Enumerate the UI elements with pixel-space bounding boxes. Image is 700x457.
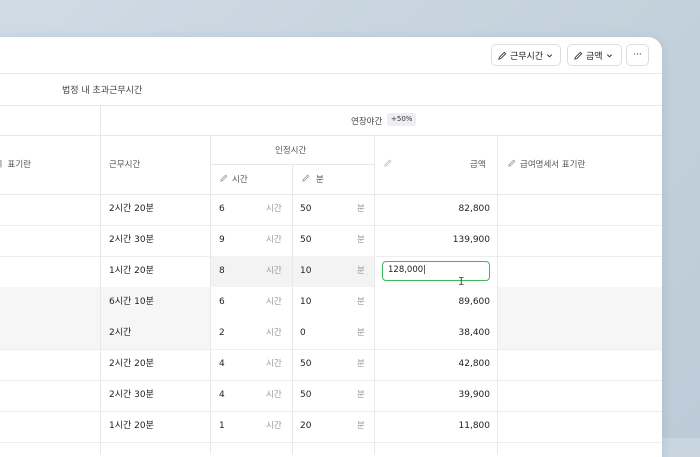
header-amount[interactable]: 금액 bbox=[470, 158, 486, 170]
hours-unit: 시간 bbox=[266, 421, 282, 431]
column-divider bbox=[292, 194, 293, 454]
amount-cell[interactable]: 39,900 bbox=[380, 380, 491, 411]
work-time-cell: 1시간 20분 bbox=[109, 421, 154, 431]
column-divider bbox=[100, 135, 101, 194]
column-divider bbox=[374, 135, 375, 194]
hours-unit: 시간 bbox=[266, 297, 282, 307]
hours-input[interactable]: 6 bbox=[219, 194, 225, 225]
hours-unit: 시간 bbox=[266, 328, 282, 338]
subheader-divider bbox=[210, 164, 374, 165]
work-time-cell: 1시간 20분 bbox=[109, 266, 154, 276]
minutes-input[interactable]: 10 bbox=[300, 256, 311, 287]
hours-unit: 시간 bbox=[266, 235, 282, 245]
header-minutes[interactable]: 분 bbox=[316, 173, 324, 185]
minutes-input[interactable]: 10 bbox=[300, 287, 311, 318]
column-divider bbox=[210, 194, 211, 454]
pencil-icon bbox=[302, 174, 310, 185]
pencil-icon bbox=[384, 159, 392, 170]
hours-unit: 시간 bbox=[266, 204, 282, 214]
pencil-icon bbox=[508, 159, 516, 170]
header-recognized-time: 인정시간 bbox=[275, 146, 307, 156]
hours-input[interactable]: 4 bbox=[219, 349, 225, 380]
extended-night-header-row: 연장야간 +50% bbox=[0, 105, 662, 136]
more-options-button[interactable]: ··· bbox=[626, 44, 649, 66]
work-time-cell: 2시간 20분 bbox=[109, 204, 154, 214]
text-cursor-icon: I bbox=[458, 275, 465, 288]
column-divider bbox=[374, 194, 375, 454]
minutes-unit: 분 bbox=[357, 266, 365, 276]
column-divider bbox=[292, 164, 293, 194]
minutes-input[interactable]: 0 bbox=[300, 318, 306, 349]
column-divider bbox=[100, 105, 101, 135]
column-divider bbox=[497, 194, 498, 454]
amount-cell[interactable]: 89,600 bbox=[380, 287, 491, 318]
header-payslip-note[interactable]: 급여명세서 표기란 bbox=[520, 158, 585, 170]
work-time-cell: 2시간 bbox=[109, 328, 132, 338]
hours-unit: 시간 bbox=[266, 359, 282, 369]
header-left-partial: ㅣ 표기란 bbox=[0, 160, 31, 170]
minutes-input[interactable]: 50 bbox=[300, 380, 311, 411]
section-title: 법정 내 초과근무시간 bbox=[62, 86, 143, 96]
amount-edit-value: 128,000 bbox=[388, 265, 424, 275]
minutes-unit: 분 bbox=[357, 235, 365, 245]
hours-input[interactable]: 1 bbox=[219, 411, 225, 442]
pencil-icon bbox=[220, 174, 228, 185]
work-time-edit-button[interactable]: 근무시간 bbox=[491, 44, 561, 66]
minutes-input[interactable]: 20 bbox=[300, 411, 311, 442]
pencil-icon bbox=[498, 51, 507, 60]
minutes-unit: 분 bbox=[357, 359, 365, 369]
minutes-input[interactable]: 50 bbox=[300, 349, 311, 380]
hours-input[interactable]: 2 bbox=[219, 318, 225, 349]
hours-input[interactable]: 9 bbox=[219, 225, 225, 256]
hours-unit: 시간 bbox=[266, 390, 282, 400]
amount-button-label: 금액 bbox=[586, 51, 603, 62]
hours-input[interactable]: 6 bbox=[219, 287, 225, 318]
minutes-input[interactable]: 50 bbox=[300, 225, 311, 256]
minutes-unit: 분 bbox=[357, 328, 365, 338]
more-icon: ··· bbox=[633, 50, 642, 60]
work-time-cell: 2시간 30분 bbox=[109, 235, 154, 245]
amount-cell[interactable]: 11,800 bbox=[380, 411, 491, 442]
hours-input[interactable]: 4 bbox=[219, 380, 225, 411]
overtime-table-panel: 근무시간 금액 ··· 법정 내 초과근무시간 연장야간 +50% ㅣ 표기란 … bbox=[0, 37, 662, 457]
chevron-down-icon bbox=[547, 53, 553, 57]
work-time-cell: 2시간 30분 bbox=[109, 390, 154, 400]
minutes-unit: 분 bbox=[357, 204, 365, 214]
hours-input[interactable]: 8 bbox=[219, 256, 225, 287]
header-work-time: 근무시간 bbox=[109, 160, 141, 170]
pencil-icon bbox=[574, 51, 583, 60]
work-time-button-label: 근무시간 bbox=[510, 51, 544, 62]
minutes-input[interactable]: 50 bbox=[300, 194, 311, 225]
chevron-down-icon bbox=[606, 53, 612, 57]
work-time-cell: 2시간 20분 bbox=[109, 359, 154, 369]
extended-night-label: 연장야간 bbox=[351, 117, 383, 127]
work-time-cell: 6시간 10분 bbox=[109, 297, 154, 307]
minutes-unit: 분 bbox=[357, 421, 365, 431]
amount-cell[interactable]: 38,400 bbox=[380, 318, 491, 349]
column-divider bbox=[497, 135, 498, 194]
header-hours[interactable]: 시간 bbox=[232, 173, 248, 185]
amount-cell[interactable]: 42,800 bbox=[380, 349, 491, 380]
rate-badge: +50% bbox=[387, 113, 417, 126]
column-header-row: ㅣ 표기란 근무시간 인정시간 시간 분 금액 급여명세서 표기란 bbox=[0, 135, 662, 195]
amount-cell[interactable]: 139,900 bbox=[380, 225, 490, 256]
text-caret: | bbox=[423, 265, 427, 275]
section-title-row: 법정 내 초과근무시간 bbox=[0, 73, 662, 106]
column-divider bbox=[100, 194, 101, 454]
amount-edit-button[interactable]: 금액 bbox=[567, 44, 622, 66]
table-toolbar: 근무시간 금액 ··· bbox=[0, 37, 662, 74]
hours-unit: 시간 bbox=[266, 266, 282, 276]
amount-cell[interactable]: 82,800 bbox=[380, 194, 491, 225]
amount-edit-field[interactable]: 128,000| bbox=[382, 261, 490, 281]
minutes-unit: 분 bbox=[357, 390, 365, 400]
minutes-unit: 분 bbox=[357, 297, 365, 307]
